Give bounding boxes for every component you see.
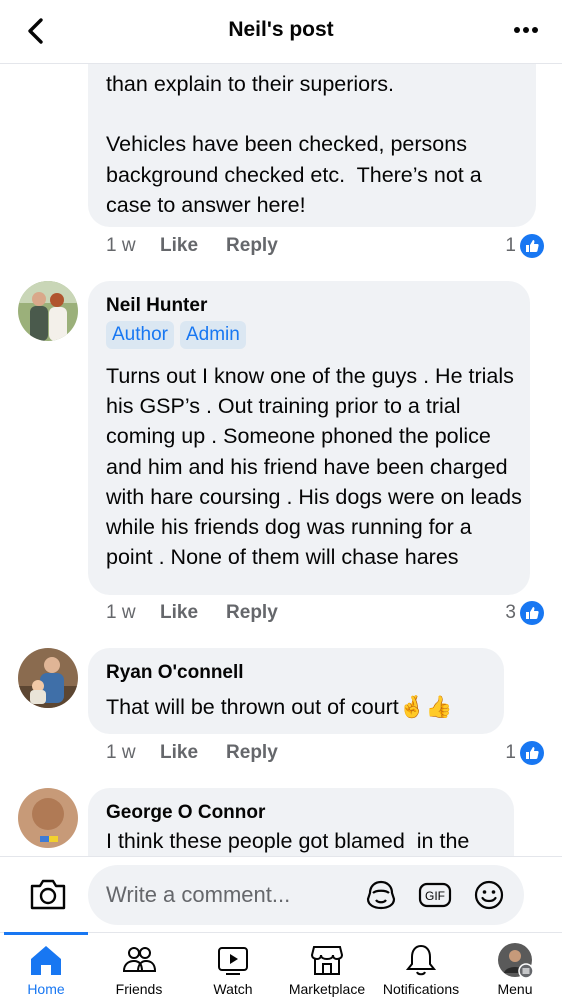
avatar[interactable] [18,648,78,708]
comment-actions: 1 w Like Reply [106,602,278,624]
comment-author[interactable]: George O Connor [106,802,265,824]
svg-text:GIF: GIF [425,889,445,903]
reaction-count[interactable]: 1 [505,234,544,258]
comment-text: Turns out I know one of the guys . He tr… [106,364,528,570]
tab-label: Notifications [382,981,460,997]
like-button[interactable]: Like [160,602,198,624]
like-button[interactable]: Like [160,742,198,764]
comment-time[interactable]: 1 w [106,742,160,764]
marketplace-icon [310,946,344,975]
comment-composer: GIF [0,856,562,932]
avatar[interactable] [18,788,78,848]
avatar[interactable] [18,281,78,341]
more-options-icon[interactable] [512,18,540,42]
comment-time[interactable]: 1 w [106,602,160,624]
reaction-number: 3 [505,602,516,623]
tab-label: Home [27,981,65,997]
reaction-number: 1 [505,742,516,763]
reaction-count[interactable]: 1 [505,741,544,765]
tab-watch[interactable]: Watch [186,933,280,999]
comment-input-box[interactable]: GIF [88,865,524,925]
tab-notifications[interactable]: Notifications [374,933,468,999]
like-reaction-icon [520,601,544,625]
comment-text: than explain to their superiors. Vehicle… [106,72,482,217]
comment-bubble[interactable]: than explain to their superiors. Vehicle… [88,64,536,227]
reply-button[interactable]: Reply [226,742,278,764]
like-reaction-icon [520,741,544,765]
camera-icon[interactable] [28,876,68,912]
reply-button[interactable]: Reply [226,602,278,624]
tab-label: Menu [497,981,533,997]
bottom-tab-bar: Home Friends Watch Marketplace Notificat… [0,932,562,999]
tab-label: Watch [213,981,253,997]
gif-icon[interactable]: GIF [418,879,452,911]
avatar-sticker-icon[interactable] [364,879,398,911]
like-reaction-icon [520,234,544,258]
comment-bubble[interactable]: George O Connor I think these people got… [88,788,514,856]
reaction-number: 1 [505,235,516,256]
tab-home[interactable]: Home [0,932,92,999]
comment-actions: 1 w Like Reply [106,742,278,764]
comment-text: That will be thrown out of court🤞👍 [106,692,496,722]
emoji-icon[interactable] [472,879,506,911]
comment-bubble[interactable]: Ryan O'connell That will be thrown out o… [88,648,504,734]
comment-author[interactable]: Neil Hunter [106,295,207,317]
comment-author[interactable]: Ryan O'connell [106,662,244,684]
admin-badge: Admin [179,321,246,349]
like-button[interactable]: Like [160,235,198,257]
page-title: Neil's post [228,18,334,41]
tab-label: Marketplace [288,981,366,997]
tab-label: Friends [115,981,163,997]
friends-icon [122,947,157,972]
reaction-count[interactable]: 3 [505,601,544,625]
comments-list: than explain to their superiors. Vehicle… [0,64,562,856]
watch-icon [218,947,248,975]
tab-marketplace[interactable]: Marketplace [280,933,374,999]
comment-actions: 1 w Like Reply [106,235,278,257]
bell-icon [405,944,437,976]
post-header: Neil's post [0,0,562,64]
home-icon [31,946,61,975]
comment-text-body: That will be thrown out of court [106,695,399,719]
reply-button[interactable]: Reply [226,235,278,257]
tab-friends[interactable]: Friends [92,933,186,999]
comment-text: I think these people got blamed in the [106,829,470,853]
tab-menu[interactable]: Menu [468,933,562,999]
comment-bubble[interactable]: Neil Hunter Author Admin Turns out I kno… [88,281,530,595]
author-badges: Author Admin [106,321,246,349]
comment-input[interactable] [106,879,356,911]
comment-time[interactable]: 1 w [106,235,160,257]
author-badge: Author [106,321,174,349]
menu-avatar-icon [498,943,534,979]
comment-emojis: 🤞👍 [398,695,453,719]
